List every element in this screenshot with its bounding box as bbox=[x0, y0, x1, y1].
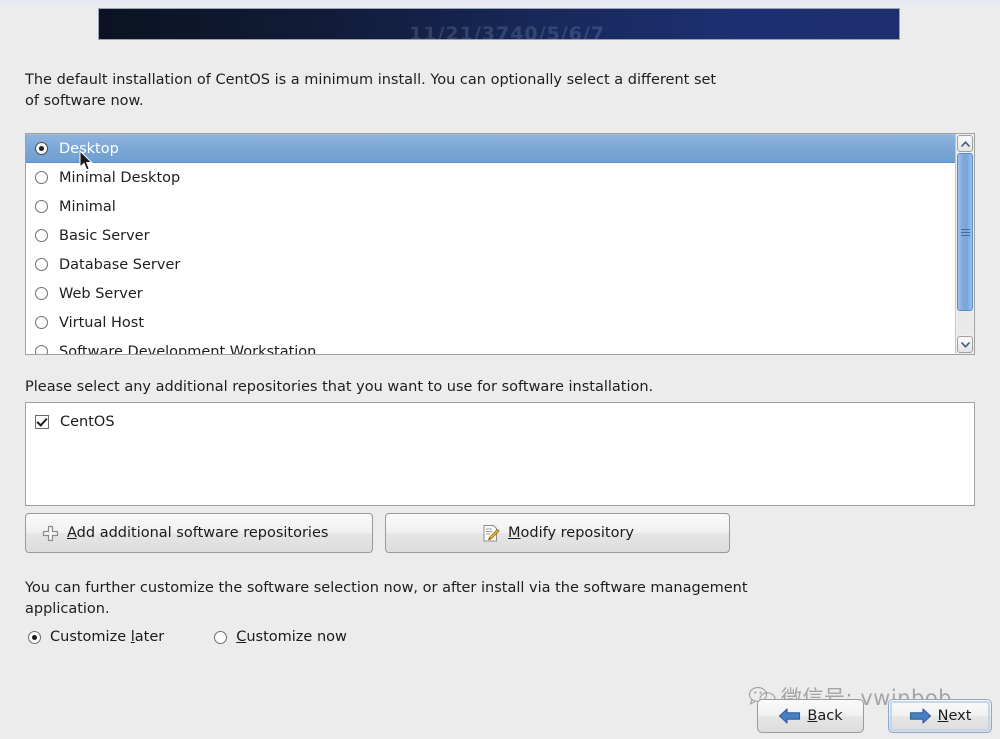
radio-icon[interactable] bbox=[35, 287, 48, 300]
list-item[interactable]: Database Server bbox=[26, 250, 955, 279]
next-label: Next bbox=[938, 708, 972, 724]
add-repositories-label: Add additional software repositories bbox=[67, 525, 328, 541]
list-item[interactable]: Desktop bbox=[26, 134, 955, 163]
mnemonic-letter: A bbox=[67, 525, 77, 541]
list-item[interactable]: Virtual Host bbox=[26, 308, 955, 337]
customize-later-label: Customize later bbox=[50, 629, 164, 645]
plus-icon bbox=[42, 525, 59, 542]
radio-icon[interactable] bbox=[35, 229, 48, 242]
radio-icon[interactable] bbox=[35, 171, 48, 184]
label-post: ustomize now bbox=[246, 629, 347, 645]
mnemonic-letter: N bbox=[937, 708, 949, 724]
add-repositories-button[interactable]: Add additional software repositories bbox=[25, 513, 373, 553]
list-item-label: Database Server bbox=[59, 256, 181, 273]
list-item[interactable]: Software Development Workstation bbox=[26, 337, 955, 354]
software-group-list-frame: Desktop Minimal Desktop Minimal Basic Se… bbox=[25, 133, 975, 355]
list-item[interactable]: Minimal bbox=[26, 192, 955, 221]
scrollbar-up-button[interactable] bbox=[957, 135, 973, 152]
back-button[interactable]: Back bbox=[757, 699, 864, 733]
list-item[interactable]: CentOS bbox=[35, 411, 974, 433]
document-pencil-icon bbox=[481, 524, 500, 543]
checkbox-icon[interactable] bbox=[35, 415, 49, 429]
chevron-down-icon bbox=[960, 341, 970, 348]
list-scrollbar[interactable] bbox=[955, 134, 974, 354]
customize-now-label: Customize now bbox=[236, 629, 347, 645]
back-label: Back bbox=[807, 708, 842, 724]
list-item-label: Basic Server bbox=[59, 227, 150, 244]
list-item-label: Minimal Desktop bbox=[59, 169, 181, 186]
mnemonic-letter: B bbox=[807, 708, 818, 724]
repository-name: CentOS bbox=[60, 414, 115, 430]
list-item[interactable]: Basic Server bbox=[26, 221, 955, 250]
label-rest: ext bbox=[948, 708, 972, 724]
banner-watermark-text: 11/21/3740/5/6/7 bbox=[409, 23, 606, 40]
scrollbar-down-button[interactable] bbox=[957, 336, 973, 353]
label-rest: ack bbox=[817, 708, 843, 724]
repositories-label: Please select any additional repositorie… bbox=[25, 379, 654, 395]
repositories-list[interactable]: CentOS bbox=[25, 402, 975, 506]
radio-icon[interactable] bbox=[28, 630, 41, 644]
customize-later-option[interactable]: Customize later bbox=[28, 629, 164, 645]
list-item-label: Virtual Host bbox=[59, 314, 145, 331]
list-item[interactable]: Web Server bbox=[26, 279, 955, 308]
arrow-right-icon bbox=[909, 707, 932, 725]
arrow-left-icon bbox=[778, 707, 801, 725]
scrollbar-thumb[interactable] bbox=[957, 153, 973, 312]
mnemonic-letter: C bbox=[236, 629, 247, 645]
scrollbar-track[interactable] bbox=[957, 153, 973, 335]
modify-repository-button[interactable]: Modify repository bbox=[385, 513, 730, 553]
radio-icon[interactable] bbox=[214, 630, 228, 644]
customize-description: You can further customize the software s… bbox=[25, 580, 748, 617]
list-item-label: Software Development Workstation bbox=[59, 343, 317, 355]
software-group-list[interactable]: Desktop Minimal Desktop Minimal Basic Se… bbox=[26, 134, 955, 354]
radio-icon[interactable] bbox=[35, 316, 48, 329]
next-button[interactable]: Next bbox=[888, 699, 992, 733]
list-item-label: Desktop bbox=[59, 140, 119, 157]
customize-now-option[interactable]: Customize now bbox=[214, 629, 347, 645]
customize-options: Customize later Customize now bbox=[28, 629, 397, 645]
radio-icon[interactable] bbox=[35, 345, 48, 354]
modify-repository-label: Modify repository bbox=[508, 525, 634, 541]
installer-banner: 11/21/3740/5/6/7 bbox=[98, 8, 900, 40]
label-rest: odify repository bbox=[520, 525, 634, 541]
chevron-up-icon bbox=[960, 140, 970, 147]
radio-icon[interactable] bbox=[35, 258, 48, 271]
grip-lines-icon bbox=[960, 227, 970, 238]
intro-description: The default installation of CentOS is a … bbox=[25, 72, 717, 109]
label-rest: dd additional software repositories bbox=[76, 525, 329, 541]
list-item-label: Minimal bbox=[59, 198, 116, 215]
label-pre: Customize bbox=[50, 629, 131, 645]
window-top-edge bbox=[0, 0, 1000, 5]
list-item-label: Web Server bbox=[59, 285, 143, 302]
radio-icon[interactable] bbox=[35, 200, 48, 213]
label-post: ater bbox=[134, 629, 165, 645]
mnemonic-letter: M bbox=[508, 525, 521, 541]
radio-icon[interactable] bbox=[35, 142, 48, 155]
list-item[interactable]: Minimal Desktop bbox=[26, 163, 955, 192]
